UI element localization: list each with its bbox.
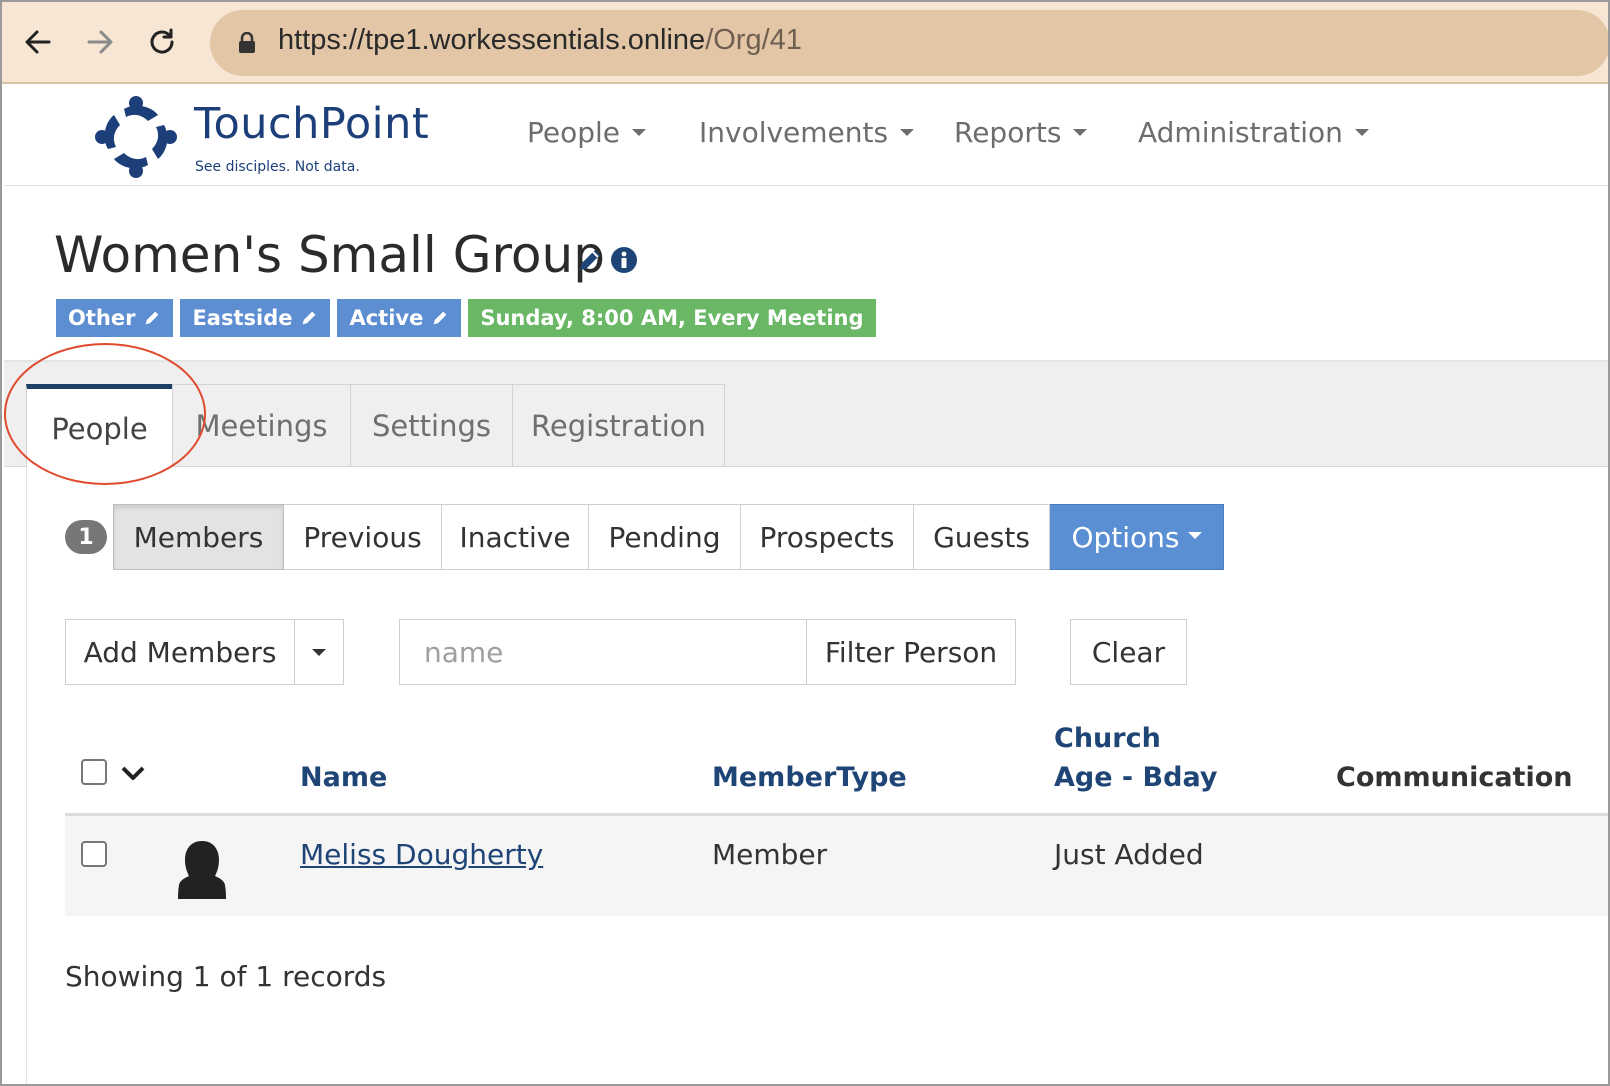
browser-toolbar: https://tpe1.workessentials.online/Org/4… (2, 0, 1608, 84)
lock-icon (238, 31, 256, 58)
nav-people[interactable]: People (527, 116, 647, 149)
member-age-cell: Just Added (1054, 838, 1204, 871)
subtab-members[interactable]: Members (113, 504, 284, 570)
row-checkbox[interactable] (81, 841, 107, 867)
chevron-down-icon (900, 129, 915, 136)
subtab-inactive[interactable]: Inactive (442, 504, 589, 570)
badge-schedule[interactable]: Sunday, 8:00 AM, Every Meeting (468, 299, 876, 337)
member-count-badge: 1 (65, 520, 107, 554)
org-header: Women's Small Group Other Eastside Activ… (4, 186, 1608, 362)
column-communication: Communication (1336, 762, 1573, 793)
table-row (65, 816, 1608, 916)
pencil-icon (303, 311, 316, 325)
pencil-icon[interactable] (576, 246, 604, 278)
top-navbar: TouchPoint See disciples. Not data. Peop… (4, 84, 1608, 186)
forward-icon[interactable] (80, 22, 120, 62)
touchpoint-logo[interactable]: TouchPoint See disciples. Not data. (94, 89, 454, 181)
org-tabs: People Meetings Settings Registration (4, 362, 1608, 468)
tab-people[interactable]: People (26, 384, 173, 468)
subtab-guests[interactable]: Guests (914, 504, 1050, 570)
add-members-dropdown[interactable] (294, 619, 344, 685)
app-window: https://tpe1.workessentials.online/Org/4… (0, 0, 1610, 1086)
address-bar[interactable]: https://tpe1.workessentials.online/Org/4… (210, 10, 1608, 76)
options-dropdown[interactable]: Options (1050, 504, 1224, 570)
brand-tagline: See disciples. Not data. (195, 159, 360, 175)
chevron-down-icon (1354, 129, 1369, 136)
member-type-cell: Member (712, 838, 828, 871)
nav-involvements[interactable]: Involvements (699, 116, 915, 149)
filter-name-input[interactable] (399, 619, 807, 685)
chevron-down-icon (632, 129, 647, 136)
chevron-down-icon (1073, 129, 1088, 136)
back-icon[interactable] (18, 22, 58, 62)
add-members-button[interactable]: Add Members (65, 619, 295, 685)
touchpoint-logo-mark (95, 96, 177, 178)
badge-status[interactable]: Active (337, 299, 462, 337)
select-all-checkbox[interactable] (81, 759, 107, 785)
column-church[interactable]: Church (1054, 723, 1161, 754)
pencil-icon (433, 311, 447, 325)
avatar-icon[interactable] (177, 838, 227, 906)
tab-registration[interactable]: Registration (512, 384, 725, 467)
subtab-pending[interactable]: Pending (589, 504, 741, 570)
column-name[interactable]: Name (300, 762, 387, 793)
nav-reports[interactable]: Reports (954, 116, 1088, 149)
page-title: Women's Small Group (54, 226, 605, 284)
nav-administration[interactable]: Administration (1138, 116, 1369, 149)
subtab-prospects[interactable]: Prospects (741, 504, 914, 570)
reload-icon[interactable] (142, 22, 182, 62)
tab-meetings[interactable]: Meetings (172, 384, 351, 467)
url-text: https://tpe1.workessentials.online/Org/4… (278, 24, 802, 56)
records-count: Showing 1 of 1 records (65, 960, 387, 993)
pencil-icon (146, 311, 159, 325)
member-name-link[interactable]: Meliss Dougherty (300, 838, 543, 871)
subtab-previous[interactable]: Previous (284, 504, 442, 570)
chevron-down-icon (1187, 532, 1202, 539)
badge-campus[interactable]: Eastside (180, 299, 331, 337)
caret-down-icon (312, 648, 326, 656)
filter-person-button[interactable]: Filter Person (806, 619, 1016, 685)
clear-button[interactable]: Clear (1070, 619, 1187, 685)
member-subtabs: Members Previous Inactive Pending Prospe… (113, 504, 1224, 570)
column-age-bday[interactable]: Age - Bday (1054, 762, 1217, 793)
badge-program[interactable]: Other (56, 299, 174, 337)
brand-name: TouchPoint (194, 99, 430, 149)
chevron-down-icon[interactable] (120, 764, 146, 786)
tab-settings[interactable]: Settings (350, 384, 513, 467)
column-membertype[interactable]: MemberType (712, 762, 907, 793)
info-icon[interactable] (610, 246, 638, 278)
